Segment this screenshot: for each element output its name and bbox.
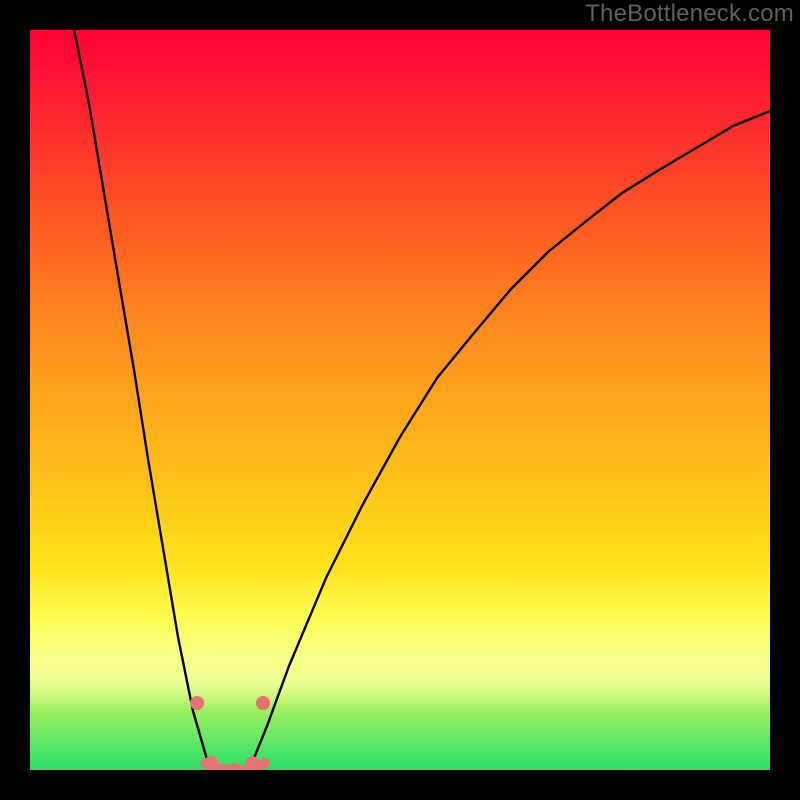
floor-dot <box>204 756 218 770</box>
watermark-text: TheBottleneck.com <box>585 0 794 28</box>
curve-left-branch <box>74 30 222 770</box>
plot-area <box>30 30 770 770</box>
floor-dot <box>256 696 270 710</box>
highlight-band <box>30 620 770 710</box>
floor-dot <box>245 756 259 770</box>
curves-svg <box>30 30 770 770</box>
floor-marker-segment <box>205 763 265 770</box>
curve-right-branch <box>237 111 770 770</box>
chart-canvas: TheBottleneck.com <box>0 0 800 800</box>
floor-dot <box>227 763 241 770</box>
floor-dot <box>190 696 204 710</box>
